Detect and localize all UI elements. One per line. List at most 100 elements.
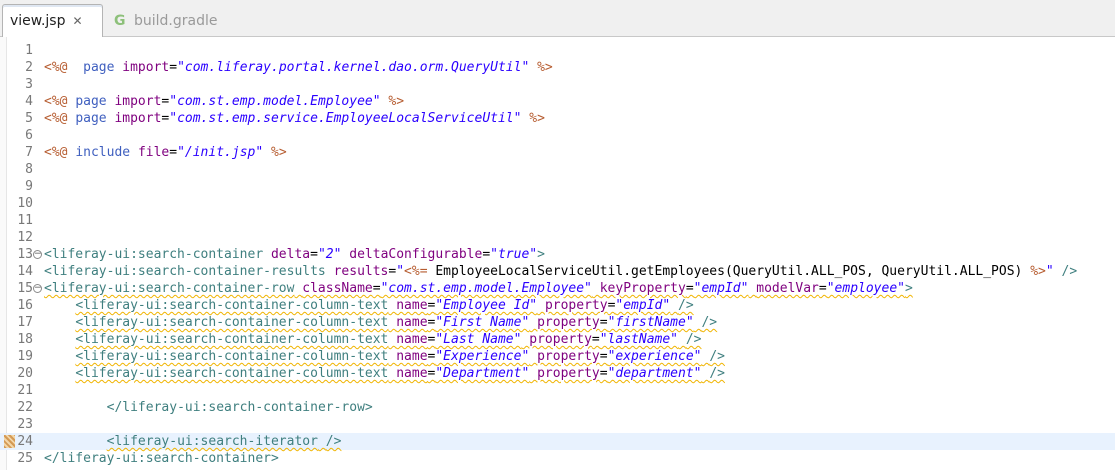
- code-line[interactable]: 12: [0, 229, 1115, 246]
- code-text: <liferay-ui:search-container delta="2" d…: [44, 246, 545, 263]
- code-token: <liferay-ui:search-container-results: [44, 264, 326, 279]
- code-token: <liferay-ui:search-container-column-text: [75, 332, 389, 347]
- code-token: </liferay-ui:search-container>: [44, 451, 279, 466]
- line-number: 7: [25, 145, 33, 160]
- code-text: <liferay-ui:search-container-results res…: [44, 263, 1077, 280]
- code-token: "Experience": [435, 349, 530, 364]
- code-token: "2": [317, 247, 342, 262]
- code-line[interactable]: 14 <liferay-ui:search-container-results r…: [0, 263, 1115, 280]
- code-token: %>: [1030, 264, 1046, 279]
- code-line[interactable]: 21: [0, 382, 1115, 399]
- editor-tab-bar: view.jsp ✕ G build.gradle: [0, 0, 1115, 37]
- line-number: 12: [17, 230, 33, 245]
- code-token: %>: [271, 145, 287, 160]
- line-number: 16: [17, 298, 33, 313]
- line-number: 18: [17, 332, 33, 347]
- code-token: name: [396, 315, 428, 330]
- code-token: <%@: [44, 145, 68, 160]
- code-token: =: [599, 366, 608, 381]
- code-token: ": [396, 264, 405, 279]
- code-line[interactable]: 4 <%@ page import="com.st.emp.model.Emplo…: [0, 93, 1115, 110]
- code-token: "employee": [826, 281, 905, 296]
- code-token: modelVar: [756, 281, 819, 296]
- code-token: <%@: [44, 111, 68, 126]
- code-line[interactable]: 25 </liferay-ui:search-container>: [0, 450, 1115, 467]
- line-number: 24: [17, 434, 33, 449]
- code-line[interactable]: 7 <%@ include file="/init.jsp" %>: [0, 144, 1115, 161]
- close-icon[interactable]: ✕: [71, 15, 83, 27]
- code-line[interactable]: 24 <liferay-ui:search-iterator />: [0, 433, 1115, 450]
- code-token: %>: [537, 60, 553, 75]
- code-token: "Department": [435, 366, 530, 381]
- code-token: name: [396, 332, 428, 347]
- code-line[interactable]: 22 </liferay-ui:search-container-row>: [0, 399, 1115, 416]
- code-token: <%@: [44, 94, 68, 109]
- tab-label-build-gradle: build.gradle: [134, 12, 218, 29]
- code-token: "empId": [693, 281, 749, 296]
- code-token: %>: [388, 94, 405, 109]
- code-line[interactable]: 20 <liferay-ui:search-container-column-t…: [0, 365, 1115, 382]
- code-token: delta: [270, 247, 311, 262]
- code-token: />: [325, 434, 342, 449]
- code-token: name: [396, 366, 428, 381]
- code-token: "department": [607, 366, 702, 381]
- code-token: />: [709, 366, 725, 381]
- code-line[interactable]: 15− <liferay-ui:search-container-row clas…: [0, 280, 1115, 297]
- code-line[interactable]: 3: [0, 76, 1115, 93]
- code-token: property: [537, 349, 600, 364]
- line-number: 25: [17, 451, 33, 466]
- fold-toggle-icon[interactable]: −: [33, 250, 42, 259]
- code-line[interactable]: 9: [0, 178, 1115, 195]
- line-number: 3: [25, 77, 33, 92]
- code-token: <%=: [404, 264, 428, 279]
- code-editor[interactable]: 1 2 <%@ page import="com.liferay.portal.ke…: [0, 37, 1115, 470]
- line-number: 5: [25, 111, 33, 126]
- line-number: 9: [25, 179, 33, 194]
- line-number: 14: [17, 264, 33, 279]
- code-line[interactable]: 19 <liferay-ui:search-container-column-t…: [0, 348, 1115, 365]
- code-line[interactable]: 17 <liferay-ui:search-container-column-t…: [0, 314, 1115, 331]
- line-number: 17: [17, 315, 33, 330]
- code-token: />: [701, 315, 718, 330]
- line-number: 20: [17, 366, 33, 381]
- code-token: "com.st.emp.service.EmployeeLocalService…: [169, 111, 522, 126]
- code-line[interactable]: 1: [0, 42, 1115, 59]
- code-text: <liferay-ui:search-iterator />: [44, 433, 342, 450]
- code-line[interactable]: 8: [0, 161, 1115, 178]
- code-line[interactable]: 23: [0, 416, 1115, 433]
- code-line[interactable]: 16 <liferay-ui:search-container-column-t…: [0, 297, 1115, 314]
- line-number: 21: [17, 383, 33, 398]
- tab-view-jsp[interactable]: view.jsp ✕: [2, 4, 103, 37]
- fold-toggle-icon[interactable]: −: [33, 284, 42, 293]
- code-token: "lastName": [599, 332, 679, 347]
- code-line[interactable]: 2 <%@ page import="com.liferay.portal.ker…: [0, 59, 1115, 76]
- code-line[interactable]: 10: [0, 195, 1115, 212]
- code-line[interactable]: 18 <liferay-ui:search-container-column-t…: [0, 331, 1115, 348]
- code-text: <%@ include file="/init.jsp" %>: [44, 144, 287, 161]
- code-token: =: [599, 349, 608, 364]
- code-token: className: [302, 281, 373, 296]
- code-token: "com.liferay.portal.kernel.dao.orm.Query…: [177, 60, 530, 75]
- code-text: <%@ page import="com.st.emp.service.Empl…: [44, 110, 545, 127]
- code-line[interactable]: 5 <%@ page import="com.st.emp.service.Emp…: [0, 110, 1115, 127]
- tab-build-gradle[interactable]: G build.gradle: [108, 4, 218, 37]
- line-number: 19: [17, 349, 33, 364]
- code-line[interactable]: 13− <liferay-ui:search-container delta="2…: [0, 246, 1115, 263]
- code-token: "/init.jsp": [177, 145, 264, 160]
- code-token: deltaConfigurable: [349, 247, 483, 262]
- code-token: =: [685, 281, 694, 296]
- line-number: 1: [25, 43, 33, 58]
- code-line[interactable]: 11: [0, 212, 1115, 229]
- code-line[interactable]: 6: [0, 127, 1115, 144]
- code-token: =: [599, 315, 608, 330]
